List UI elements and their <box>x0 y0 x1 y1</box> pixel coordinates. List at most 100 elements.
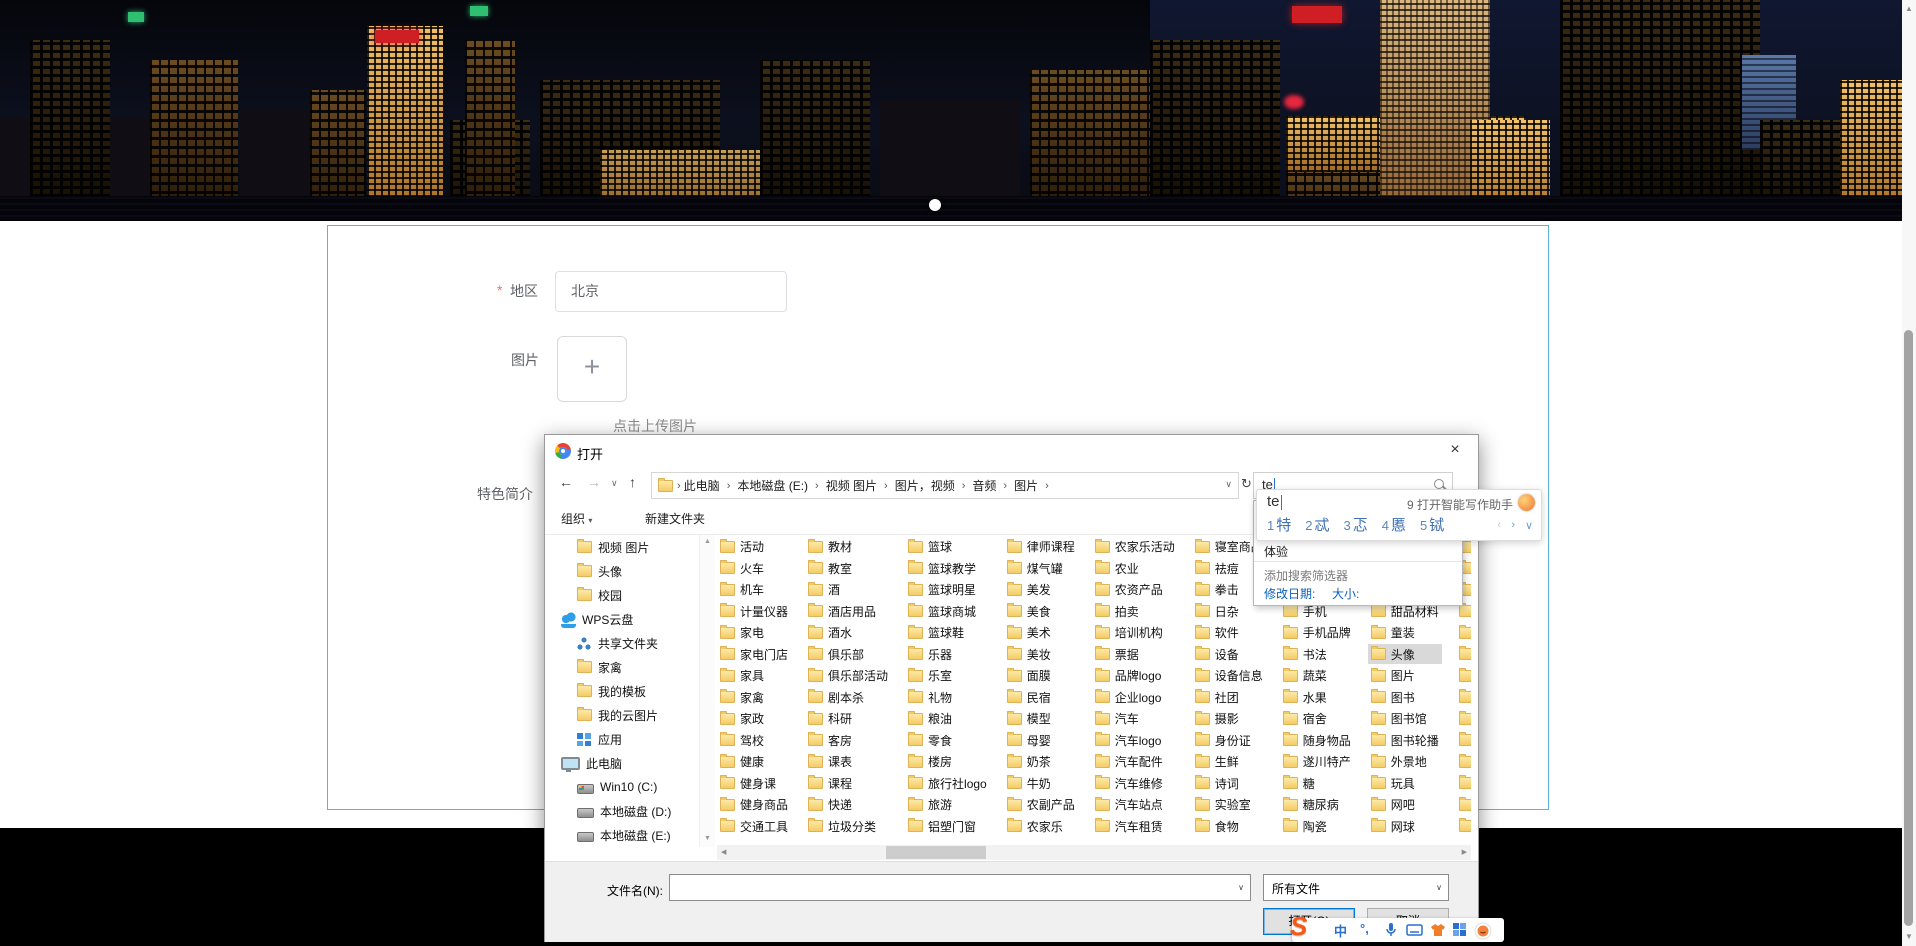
file-item[interactable]: 童装 <box>1368 623 1442 643</box>
page-next-icon[interactable]: › <box>1511 519 1515 531</box>
file-item[interactable]: 活动 <box>717 537 791 557</box>
sidebar-item[interactable]: 共享文件夹 <box>545 631 699 655</box>
file-item[interactable]: 戏 <box>1456 752 1471 772</box>
file-item[interactable]: 身份证 <box>1192 730 1266 750</box>
sidebar-item[interactable]: 视频 图片 <box>545 535 699 559</box>
hscrollbar-thumb[interactable] <box>886 846 986 859</box>
sidebar-item[interactable]: 应用 <box>545 727 699 751</box>
scrollbar-thumb[interactable] <box>1904 330 1913 926</box>
file-item[interactable]: 篮球商城 <box>905 601 990 621</box>
chevron-down-icon[interactable]: ∨ <box>1525 519 1533 532</box>
file-item[interactable]: 零食 <box>905 730 990 750</box>
toolbox-grid-icon[interactable] <box>1452 922 1467 937</box>
filter-size-link[interactable]: 大小: <box>1332 585 1359 602</box>
sidebar-item[interactable]: 校园 <box>545 583 699 607</box>
file-item[interactable]: 课程 <box>805 773 891 793</box>
breadcrumb-segment[interactable]: 图片，视频› <box>892 477 970 494</box>
ime-mode-chinese[interactable]: 中 <box>1334 921 1347 940</box>
file-item[interactable]: 遂川特产 <box>1280 752 1354 772</box>
filename-input[interactable]: ∨ <box>669 874 1251 901</box>
ime-candidate[interactable]: 4慝 <box>1382 514 1406 535</box>
breadcrumb-segment[interactable]: 视频 图片› <box>823 477 892 494</box>
microphone-icon[interactable] <box>1384 922 1398 938</box>
file-item[interactable]: 农副产品 <box>1004 795 1078 815</box>
file-item[interactable]: 农家乐 <box>1004 816 1078 836</box>
file-item[interactable]: 旅游 <box>905 795 990 815</box>
forward-icon[interactable]: → <box>587 474 601 490</box>
file-item[interactable]: 酒 <box>805 580 891 600</box>
skin-shirt-icon[interactable] <box>1430 922 1446 938</box>
file-item[interactable]: 戏 <box>1456 773 1471 793</box>
file-item[interactable]: 农资产品 <box>1092 580 1178 600</box>
file-item[interactable]: 票据 <box>1092 644 1178 664</box>
breadcrumb-segment[interactable]: 图片› <box>1011 477 1053 494</box>
file-item[interactable]: 摄影 <box>1192 709 1266 729</box>
emoji-sticker-icon[interactable] <box>1474 922 1492 940</box>
file-item[interactable]: 交通工具 <box>717 816 791 836</box>
page-prev-icon[interactable]: ‹ <box>1497 519 1501 531</box>
file-item[interactable]: 书法 <box>1280 644 1354 664</box>
search-history-item[interactable]: 体验 <box>1264 543 1288 560</box>
file-item[interactable]: 篮球教学 <box>905 558 990 578</box>
sidebar-item[interactable]: WPS云盘 <box>545 607 699 631</box>
file-item[interactable]: 食物 <box>1192 816 1266 836</box>
image-upload-button[interactable]: + <box>557 336 627 402</box>
file-item[interactable]: 汽车租赁 <box>1092 816 1178 836</box>
close-icon[interactable]: × <box>1444 441 1466 459</box>
ime-candidate[interactable]: 5铽 <box>1420 514 1444 535</box>
sidebar-item[interactable]: 本地磁盘 (E:) <box>545 823 699 847</box>
filetype-select[interactable]: 所有文件 ∨ <box>1263 874 1449 901</box>
file-item[interactable]: 设备 <box>1192 644 1266 664</box>
filter-date-link[interactable]: 修改日期: <box>1264 585 1315 602</box>
up-icon[interactable]: ↑ <box>629 474 636 490</box>
file-item[interactable]: 生鲜 <box>1192 752 1266 772</box>
file-item[interactable]: 舞 <box>1456 623 1471 643</box>
breadcrumb-segment[interactable]: 此电脑› <box>681 477 735 494</box>
file-item[interactable]: 手机品牌 <box>1280 623 1354 643</box>
file-item[interactable]: 模型 <box>1004 709 1078 729</box>
file-item[interactable]: 家电门店 <box>717 644 791 664</box>
file-list-hscrollbar[interactable]: ◀ ▶ <box>717 845 1471 860</box>
file-item[interactable]: 社团 <box>1192 687 1266 707</box>
history-dropdown-icon[interactable]: ∨ <box>611 478 618 489</box>
file-item[interactable]: 图书馆 <box>1368 709 1442 729</box>
file-item[interactable]: 糖尿病 <box>1280 795 1354 815</box>
file-item[interactable]: 健身课 <box>717 773 791 793</box>
file-item[interactable]: 旅行社logo <box>905 773 990 793</box>
file-item[interactable]: 火车 <box>717 558 791 578</box>
file-item[interactable]: 农家乐活动 <box>1092 537 1178 557</box>
organize-menu[interactable]: 组织 ▾ <box>561 510 592 527</box>
file-item[interactable]: 楼房 <box>905 752 990 772</box>
file-item[interactable]: 篮球 <box>905 537 990 557</box>
file-item[interactable]: 随身物品 <box>1280 730 1354 750</box>
file-item[interactable]: 图片 <box>1368 666 1442 686</box>
ime-assistant-icon[interactable] <box>1518 494 1535 511</box>
scroll-down-icon[interactable]: ▼ <box>1902 932 1916 941</box>
file-item[interactable]: 美术 <box>1004 623 1078 643</box>
file-item[interactable]: 课表 <box>805 752 891 772</box>
sidebar-item[interactable]: 本地磁盘 (D:) <box>545 799 699 823</box>
file-item[interactable]: 西 <box>1456 730 1471 750</box>
file-item[interactable]: 面膜 <box>1004 666 1078 686</box>
file-item[interactable]: 拍卖 <box>1092 601 1178 621</box>
file-item[interactable]: 民宿 <box>1004 687 1078 707</box>
file-item[interactable]: 网吧 <box>1368 795 1442 815</box>
sidebar-item[interactable]: 家禽 <box>545 655 699 679</box>
file-item[interactable]: 图书轮播 <box>1368 730 1442 750</box>
file-item[interactable]: 水果 <box>1280 687 1354 707</box>
file-item[interactable]: 俱乐部 <box>805 644 891 664</box>
breadcrumb-segment[interactable]: 音频› <box>969 477 1011 494</box>
file-item[interactable]: 铝塑门窗 <box>905 816 990 836</box>
ime-punctuation-toggle[interactable]: °, <box>1360 921 1369 936</box>
file-item[interactable]: 物 <box>1456 644 1471 664</box>
file-item[interactable]: 宿舍 <box>1280 709 1354 729</box>
new-folder-button[interactable]: 新建文件夹 <box>645 510 705 527</box>
file-item[interactable]: 机车 <box>717 580 791 600</box>
file-item[interactable]: 母婴 <box>1004 730 1078 750</box>
file-item[interactable]: 教室 <box>805 558 891 578</box>
keyboard-icon[interactable] <box>1406 922 1423 938</box>
file-item[interactable]: 煤气罐 <box>1004 558 1078 578</box>
browser-scrollbar[interactable]: ▲ ▼ <box>1902 0 1916 946</box>
file-item[interactable]: 篮球鞋 <box>905 623 990 643</box>
file-item[interactable]: 企业logo <box>1092 687 1178 707</box>
